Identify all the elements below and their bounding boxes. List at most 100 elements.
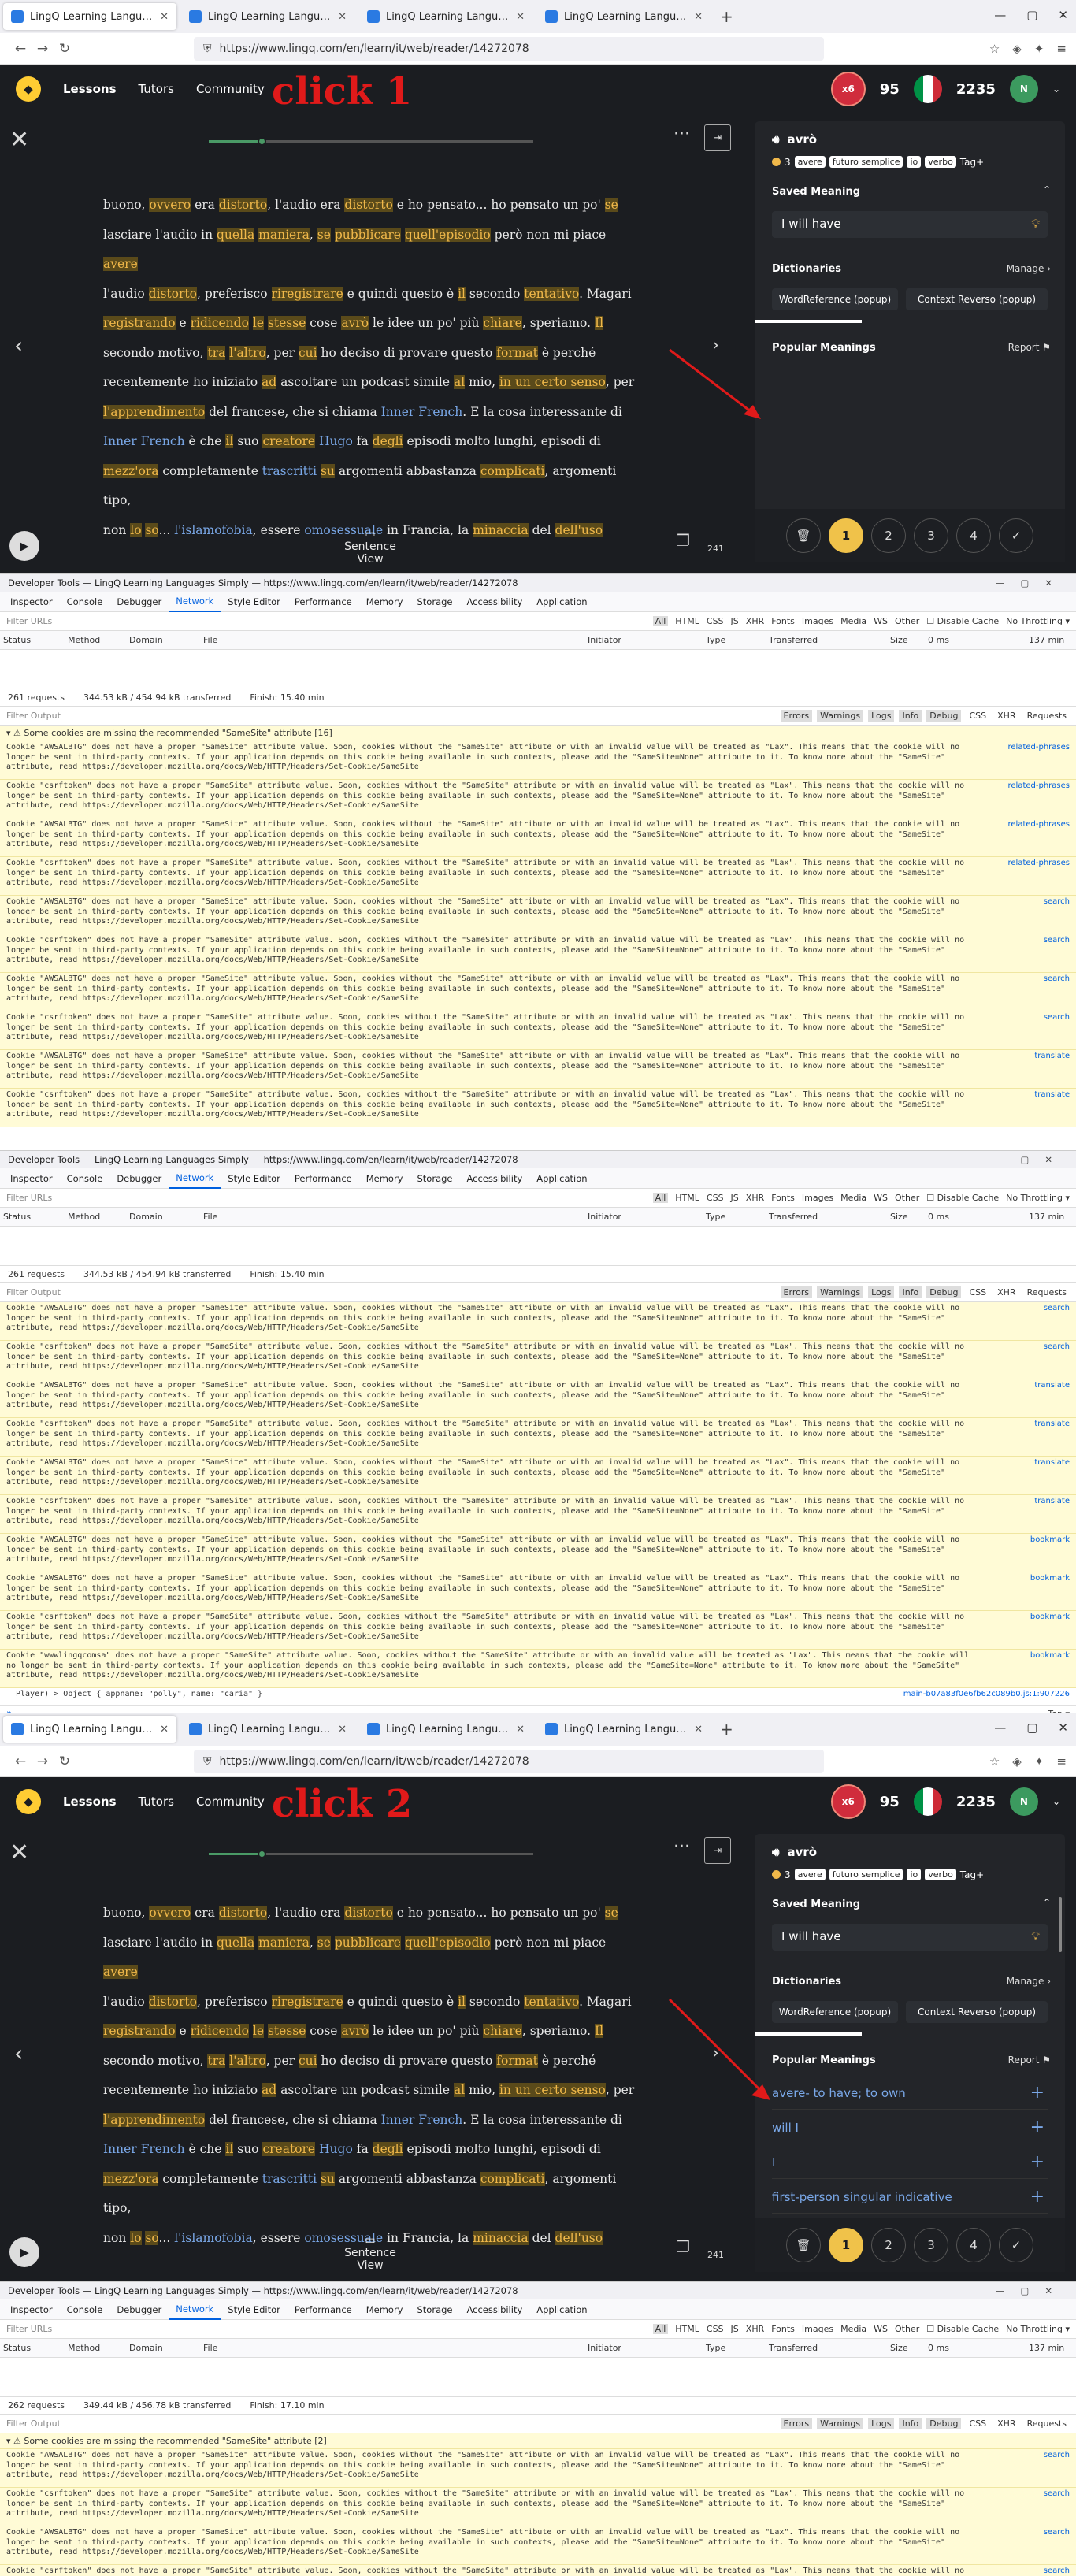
type-filter-css[interactable]: CSS <box>707 616 724 626</box>
word-token[interactable]: al <box>453 375 466 389</box>
known-check-icon[interactable]: ✓ <box>999 2228 1033 2262</box>
word-token[interactable]: se <box>317 1935 331 1950</box>
type-filter-js[interactable]: JS <box>731 1193 739 1203</box>
pocket-icon[interactable]: ◈ <box>1012 1754 1022 1769</box>
tab-accessibility[interactable]: Accessibility <box>460 2299 530 2320</box>
column-header[interactable]: Status <box>3 2343 31 2353</box>
more-icon[interactable]: ··· <box>673 1837 690 1857</box>
level-logs[interactable]: Logs <box>868 1286 895 1298</box>
level-logs[interactable]: Logs <box>868 2418 895 2429</box>
type-filter-media[interactable]: Media <box>840 616 866 626</box>
tab-console[interactable]: Console <box>60 2299 110 2320</box>
source-link[interactable]: search <box>1044 2489 1070 2500</box>
column-header[interactable]: File <box>203 635 217 645</box>
italian-flag-icon[interactable] <box>913 75 942 103</box>
minimize-icon[interactable]: — <box>994 1720 1006 1735</box>
word-token[interactable]: pubblicare <box>334 227 401 242</box>
source-link[interactable]: translate <box>1034 1381 1070 1391</box>
tab-inspector[interactable]: Inspector <box>3 592 60 612</box>
source-link[interactable]: translate <box>1034 1052 1070 1062</box>
tab-performance[interactable]: Performance <box>288 1168 359 1189</box>
back-icon[interactable]: ← <box>9 41 32 57</box>
word-token[interactable]: su <box>321 463 335 478</box>
report-link[interactable]: Report ⚑ <box>1008 342 1051 353</box>
level-warnings[interactable]: Warnings <box>817 1286 864 1298</box>
word-token[interactable]: l'islamofobia <box>174 2231 253 2245</box>
word-token[interactable]: l'apprendimento <box>103 404 206 419</box>
filter-output-input[interactable]: Filter Output <box>6 711 61 721</box>
popular-meaning-item[interactable]: first-person singular indicative + <box>772 2184 1048 2214</box>
lingq-logo[interactable]: ◆ <box>16 76 41 102</box>
column-header[interactable]: Transferred <box>769 1212 818 1222</box>
type-filter-js[interactable]: JS <box>731 616 739 626</box>
tab-network[interactable]: Network <box>169 1168 221 1189</box>
previous-page-icon[interactable]: ‹ <box>14 332 23 358</box>
word-token[interactable]: Il <box>594 316 604 330</box>
source-link[interactable]: bookmark <box>1030 1651 1070 1661</box>
type-filter-css[interactable]: CSS <box>707 2324 724 2334</box>
menu-icon[interactable]: ≡ <box>1056 1754 1067 1769</box>
source-link[interactable]: search <box>1044 1013 1070 1023</box>
level-4-button[interactable]: 4 <box>956 518 991 553</box>
level-debug[interactable]: Debug <box>926 1286 962 1298</box>
tab-inspector[interactable]: Inspector <box>3 1168 60 1189</box>
word-token[interactable]: le <box>252 2024 264 2038</box>
tab-storage[interactable]: Storage <box>410 2299 460 2320</box>
reload-icon[interactable]: ↻ <box>54 1754 76 1769</box>
tab-accessibility[interactable]: Accessibility <box>460 1168 530 1189</box>
source-link[interactable]: related-phrases <box>1008 859 1070 869</box>
source-link[interactable]: search <box>1044 2567 1070 2576</box>
column-header[interactable]: Domain <box>129 1212 163 1222</box>
word-token[interactable]: l'altro <box>229 345 266 360</box>
level-3-button[interactable]: 3 <box>914 2228 948 2262</box>
source-link[interactable]: related-phrases <box>1008 820 1070 830</box>
column-header[interactable]: Type <box>706 635 725 645</box>
word-token[interactable]: chiare <box>483 2024 522 2038</box>
column-header[interactable]: Domain <box>129 635 163 645</box>
column-header[interactable]: Status <box>3 635 31 645</box>
extension-icon[interactable]: ✦ <box>1034 1754 1044 1769</box>
column-header[interactable]: Initiator <box>588 2343 621 2353</box>
browser-tab[interactable]: LingQ Learning Languages Simply✕ <box>359 1716 532 1743</box>
source-link[interactable]: search <box>1044 2451 1070 2461</box>
word-token[interactable]: tentativo <box>524 286 580 301</box>
type-filter-all[interactable]: All <box>652 1193 669 1203</box>
level-xhr[interactable]: XHR <box>994 2418 1018 2429</box>
word-token[interactable]: maniera <box>258 227 310 242</box>
reload-icon[interactable]: ↻ <box>54 41 76 57</box>
level-3-button[interactable]: 3 <box>914 518 948 553</box>
tag[interactable]: avere <box>794 1869 826 1880</box>
column-header[interactable]: 0 ms <box>928 635 949 645</box>
level-css[interactable]: CSS <box>966 2418 989 2429</box>
star-icon[interactable]: ☆ <box>989 1754 1000 1769</box>
level-debug[interactable]: Debug <box>926 710 962 722</box>
star-icon[interactable]: ☆ <box>989 42 1000 56</box>
type-filter-images[interactable]: Images <box>802 616 833 626</box>
tab-debugger[interactable]: Debugger <box>109 592 169 612</box>
browser-tab[interactable]: LingQ Learning Languages Simply✕ <box>181 1716 354 1743</box>
lingq-logo[interactable]: ◆ <box>16 1789 41 1814</box>
column-header[interactable]: 0 ms <box>928 2343 949 2353</box>
source-link[interactable]: bookmark <box>1030 1613 1070 1623</box>
type-filter-other[interactable]: Other <box>895 1193 919 1203</box>
word-token[interactable]: trascritti <box>262 2172 317 2186</box>
word-token[interactable]: quella <box>217 1935 255 1950</box>
tab-style-editor[interactable]: Style Editor <box>221 592 288 612</box>
word-token[interactable]: distorto <box>148 286 197 301</box>
console-input[interactable]: »Top ▾ <box>0 1706 1076 1713</box>
word-token[interactable]: avrò <box>341 2024 369 2038</box>
word-token[interactable]: minaccia <box>473 522 529 537</box>
word-token[interactable]: dell'uso <box>555 2230 603 2245</box>
menu-icon[interactable]: ≡ <box>1056 42 1067 56</box>
close-tab-icon[interactable]: ✕ <box>338 11 347 23</box>
forward-icon[interactable]: → <box>32 41 54 57</box>
source-link[interactable]: search <box>1044 936 1070 946</box>
tab-storage[interactable]: Storage <box>410 592 460 612</box>
word-token[interactable]: su <box>321 2171 335 2186</box>
lesson-progress[interactable] <box>209 137 533 146</box>
sidebar-scrollbar[interactable] <box>1059 1897 1062 1952</box>
source-link[interactable]: related-phrases <box>1008 743 1070 753</box>
speaker-icon[interactable]: 🔊︎ <box>772 1845 779 1859</box>
disable-cache-checkbox[interactable]: ☐ Disable Cache <box>926 1193 999 1203</box>
word-token[interactable]: tentativo <box>524 1994 580 2009</box>
